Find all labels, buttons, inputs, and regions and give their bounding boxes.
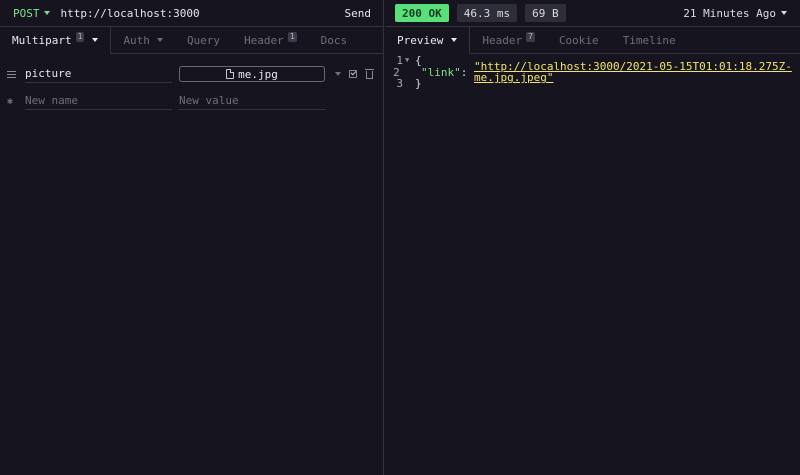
fold-arrow-icon[interactable]: ▼ bbox=[405, 55, 415, 67]
code-line: 2 "link": "http://localhost:3000/2021-05… bbox=[385, 61, 800, 84]
tab-auth[interactable]: Auth bbox=[111, 27, 175, 53]
drag-handle-icon[interactable] bbox=[7, 69, 16, 80]
chevron-down-icon[interactable] bbox=[335, 72, 341, 76]
chevron-down-icon bbox=[43, 11, 50, 15]
file-name: me.jpg bbox=[238, 67, 278, 81]
tab-label: Query bbox=[186, 33, 221, 47]
chevron-down-icon bbox=[156, 38, 163, 42]
tab-label: Multipart bbox=[12, 33, 72, 47]
request-tabs: Multipart 1 Auth Query Header 1 Docs bbox=[0, 27, 383, 54]
checkbox-icon[interactable] bbox=[349, 70, 357, 78]
tab-badge: 7 bbox=[526, 32, 535, 42]
method-dropdown[interactable]: POST bbox=[13, 7, 50, 20]
code-text: } bbox=[415, 77, 422, 90]
tab-label: Docs bbox=[320, 33, 348, 47]
file-picker-button[interactable]: me.jpg bbox=[179, 66, 325, 82]
tab-label: Auth bbox=[123, 33, 150, 47]
json-key: "link" bbox=[420, 65, 461, 79]
time-ago-label: 21 Minutes Ago bbox=[683, 6, 776, 20]
json-colon: : bbox=[460, 65, 474, 79]
line-number: 3 bbox=[396, 77, 403, 90]
method-label: POST bbox=[13, 6, 40, 20]
response-status-bar: 200 OK 46.3 ms 69 B 21 Minutes Ago bbox=[385, 0, 800, 27]
param-name-input[interactable]: picture bbox=[25, 65, 172, 83]
tab-cookie[interactable]: Cookie bbox=[547, 27, 611, 53]
tab-header[interactable]: Header 7 bbox=[470, 27, 547, 53]
tab-docs[interactable]: Docs bbox=[309, 27, 360, 53]
size-badge: 69 B bbox=[525, 4, 566, 22]
history-dropdown[interactable]: 21 Minutes Ago bbox=[683, 7, 787, 20]
tab-multipart[interactable]: Multipart 1 bbox=[0, 27, 112, 54]
tab-timeline[interactable]: Timeline bbox=[611, 27, 688, 53]
new-param-row: ✱ New name New value bbox=[0, 90, 383, 112]
chevron-down-icon bbox=[451, 38, 458, 42]
send-button[interactable]: Send bbox=[345, 7, 372, 20]
tab-query[interactable]: Query bbox=[175, 27, 232, 53]
gear-icon: ✱ bbox=[7, 95, 14, 107]
tab-label: Header bbox=[482, 33, 523, 47]
tab-label: Header bbox=[244, 33, 284, 47]
chevron-down-icon bbox=[92, 38, 99, 42]
trash-icon[interactable] bbox=[365, 69, 374, 79]
time-badge: 46.3 ms bbox=[456, 4, 518, 22]
new-value-input[interactable]: New value bbox=[179, 92, 325, 110]
tab-preview[interactable]: Preview bbox=[385, 27, 471, 54]
tab-label: Timeline bbox=[622, 33, 676, 47]
response-body[interactable]: 1 ▼ { 2 "link": "http://localhost:3000/2… bbox=[385, 55, 800, 90]
tab-header[interactable]: Header 1 bbox=[232, 27, 309, 53]
line-number: 1 bbox=[396, 54, 403, 67]
chevron-down-icon bbox=[781, 11, 787, 15]
json-link-value[interactable]: "http://localhost:3000/2021-05-15T01:01:… bbox=[474, 61, 800, 84]
response-tabs: Preview Header 7 Cookie Timeline bbox=[385, 27, 800, 54]
code-text: { bbox=[415, 54, 422, 67]
url-input[interactable]: http://localhost:3000 bbox=[61, 7, 200, 20]
tab-badge: 1 bbox=[287, 32, 297, 42]
multipart-row: picture me.jpg bbox=[0, 63, 383, 85]
new-name-input[interactable]: New name bbox=[25, 92, 172, 110]
request-pane: POST http://localhost:3000 Send Multipar… bbox=[0, 0, 384, 475]
request-url-bar: POST http://localhost:3000 Send bbox=[0, 0, 383, 27]
tab-label: Cookie bbox=[558, 33, 599, 47]
status-badge: 200 OK bbox=[395, 4, 449, 22]
tab-label: Preview bbox=[397, 33, 444, 47]
response-pane: 200 OK 46.3 ms 69 B 21 Minutes Ago Previ… bbox=[385, 0, 800, 475]
tab-badge: 1 bbox=[75, 32, 85, 42]
file-icon bbox=[226, 69, 235, 79]
